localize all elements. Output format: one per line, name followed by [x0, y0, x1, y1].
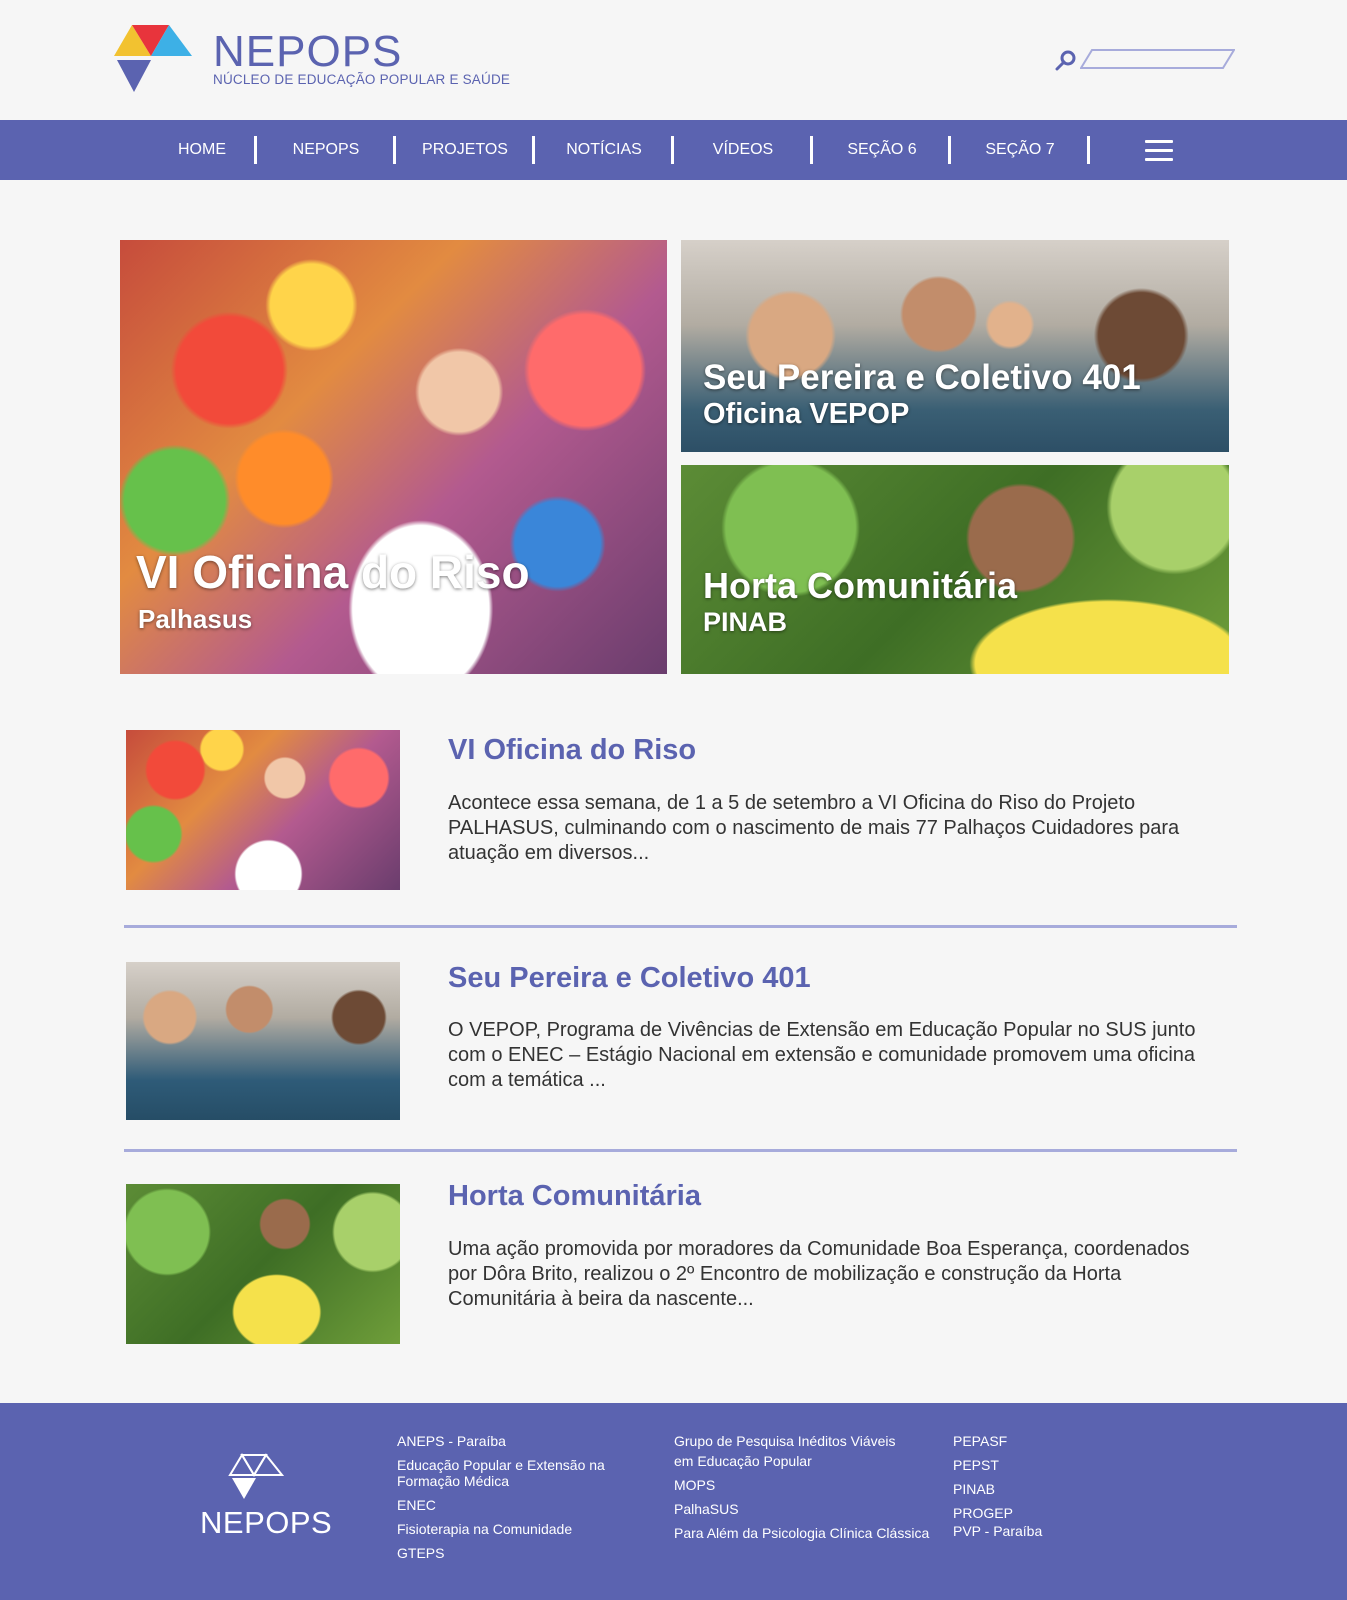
article-excerpt-line: com o ENEC – Estágio Nacional em extensã… — [448, 1044, 1196, 1066]
nav-divider — [254, 136, 257, 164]
footer-link[interactable]: PalhaSUS — [674, 1501, 929, 1517]
article-divider — [124, 925, 1237, 928]
article-divider — [124, 1149, 1237, 1152]
nav-divider — [1087, 136, 1090, 164]
article-excerpt: O VEPOP, Programa de Vivências de Extens… — [448, 1018, 1238, 1093]
site-footer: NEPOPS ANEPS - Paraíba Educação Popular … — [0, 1403, 1347, 1600]
footer-link[interactable]: PINAB — [953, 1481, 1042, 1497]
article-item: Seu Pereira e Coletivo 401 O VEPOP, Prog… — [124, 962, 1237, 1122]
article-excerpt: Uma ação promovida por moradores da Comu… — [448, 1237, 1238, 1312]
nav-divider — [948, 136, 951, 164]
footer-link[interactable]: GTEPS — [397, 1545, 605, 1561]
footer-link[interactable]: Educação Popular e Extensão na — [397, 1457, 605, 1473]
nav-item-secao-6[interactable]: SEÇÃO 6 — [832, 120, 932, 180]
article-excerpt-line: Comunitária à beira da nascente... — [448, 1288, 754, 1310]
brand[interactable]: NEPOPS NÚCLEO DE EDUCAÇÃO POPULAR E SAÚD… — [213, 27, 511, 88]
hero-tile-title: Seu Pereira e Coletivo 401 — [703, 358, 1141, 397]
nav-divider — [810, 136, 813, 164]
hero-tile-title: VI Oficina do Riso — [136, 546, 530, 598]
article-excerpt-line: com a temática ... — [448, 1069, 606, 1091]
footer-link[interactable]: em Educação Popular — [674, 1453, 929, 1469]
nav-divider — [671, 136, 674, 164]
nav-item-nepops[interactable]: NEPOPS — [276, 120, 376, 180]
footer-link[interactable]: PEPST — [953, 1457, 1042, 1473]
nav-item-home[interactable]: HOME — [152, 120, 252, 180]
footer-logo-icon[interactable] — [228, 1453, 284, 1501]
brand-name: NEPOPS — [213, 27, 403, 76]
footer-brand-name: NEPOPS — [200, 1505, 333, 1540]
hero-tile-subtitle: PINAB — [703, 607, 788, 637]
article-item: VI Oficina do Riso Acontece essa semana,… — [124, 730, 1237, 892]
nav-item-videos[interactable]: VÍDEOS — [693, 120, 793, 180]
footer-links-col-2: Grupo de Pesquisa Inéditos Viáveis em Ed… — [674, 1433, 929, 1549]
footer-link[interactable]: ANEPS - Paraíba — [397, 1433, 605, 1449]
footer-link[interactable]: PROGEP — [953, 1505, 1042, 1521]
footer-link[interactable]: PVP - Paraíba — [953, 1523, 1042, 1539]
article-item: Horta Comunitária Uma ação promovida por… — [124, 1180, 1238, 1346]
nav-divider — [532, 136, 535, 164]
article-excerpt: Acontece essa semana, de 1 a 5 de setemb… — [448, 791, 1238, 866]
nav-item-secao-7[interactable]: SEÇÃO 7 — [970, 120, 1070, 180]
hero-tile-oficina-riso[interactable]: VI Oficina do Riso Palhasus — [120, 240, 667, 674]
nepops-logo-icon[interactable] — [114, 22, 196, 96]
article-excerpt-line: PALHASUS, culminando com o nascimento de… — [448, 817, 1180, 839]
article-excerpt-line: Uma ação promovida por moradores da Comu… — [448, 1238, 1190, 1260]
footer-links-col-1: ANEPS - Paraíba Educação Popular e Exten… — [397, 1433, 605, 1569]
article-thumbnail[interactable] — [126, 730, 400, 890]
article-thumbnail[interactable] — [126, 1184, 400, 1344]
search-icon[interactable] — [1055, 50, 1077, 72]
hero-tile-subtitle: Oficina VEPOP — [703, 398, 910, 430]
footer-link[interactable]: MOPS — [674, 1477, 929, 1493]
nav-item-noticias[interactable]: NOTÍCIAS — [554, 120, 654, 180]
brand-subtitle: NÚCLEO DE EDUCAÇÃO POPULAR E SAÚDE — [213, 72, 511, 87]
article-thumbnail[interactable] — [126, 962, 400, 1120]
hamburger-menu-icon[interactable] — [1145, 140, 1173, 161]
article-excerpt-line: O VEPOP, Programa de Vivências de Extens… — [448, 1019, 1196, 1041]
article-title[interactable]: VI Oficina do Riso — [448, 734, 696, 767]
site-header: NEPOPS NÚCLEO DE EDUCAÇÃO POPULAR E SAÚD… — [0, 0, 1347, 120]
hero-tile-title: Horta Comunitária — [703, 565, 1018, 606]
article-title[interactable]: Horta Comunitária — [448, 1180, 701, 1213]
article-excerpt-line: por Dôra Brito, realizou o 2º Encontro d… — [448, 1263, 1122, 1285]
footer-link[interactable]: Fisioterapia na Comunidade — [397, 1521, 605, 1537]
nav-divider — [393, 136, 396, 164]
footer-link[interactable]: PEPASF — [953, 1433, 1042, 1449]
footer-link[interactable]: Para Além da Psicologia Clínica Clássica — [674, 1525, 929, 1541]
article-excerpt-line: Acontece essa semana, de 1 a 5 de setemb… — [448, 792, 1136, 814]
footer-link[interactable]: Grupo de Pesquisa Inéditos Viáveis — [674, 1433, 929, 1449]
hero-tile-subtitle: Palhasus — [138, 604, 253, 634]
article-title[interactable]: Seu Pereira e Coletivo 401 — [448, 962, 811, 995]
footer-link[interactable]: ENEC — [397, 1497, 605, 1513]
hero-tile-horta[interactable]: Horta Comunitária PINAB — [681, 465, 1229, 674]
footer-link[interactable]: Formação Médica — [397, 1473, 605, 1489]
nav-item-projetos[interactable]: PROJETOS — [415, 120, 515, 180]
search-input[interactable] — [1080, 49, 1235, 69]
footer-links-col-3: PEPASF PEPST PINAB PROGEP PVP - Paraíba — [953, 1433, 1042, 1547]
hero-tile-seu-pereira[interactable]: Seu Pereira e Coletivo 401 Oficina VEPOP — [681, 240, 1229, 452]
article-excerpt-line: atuação em diversos... — [448, 842, 650, 864]
